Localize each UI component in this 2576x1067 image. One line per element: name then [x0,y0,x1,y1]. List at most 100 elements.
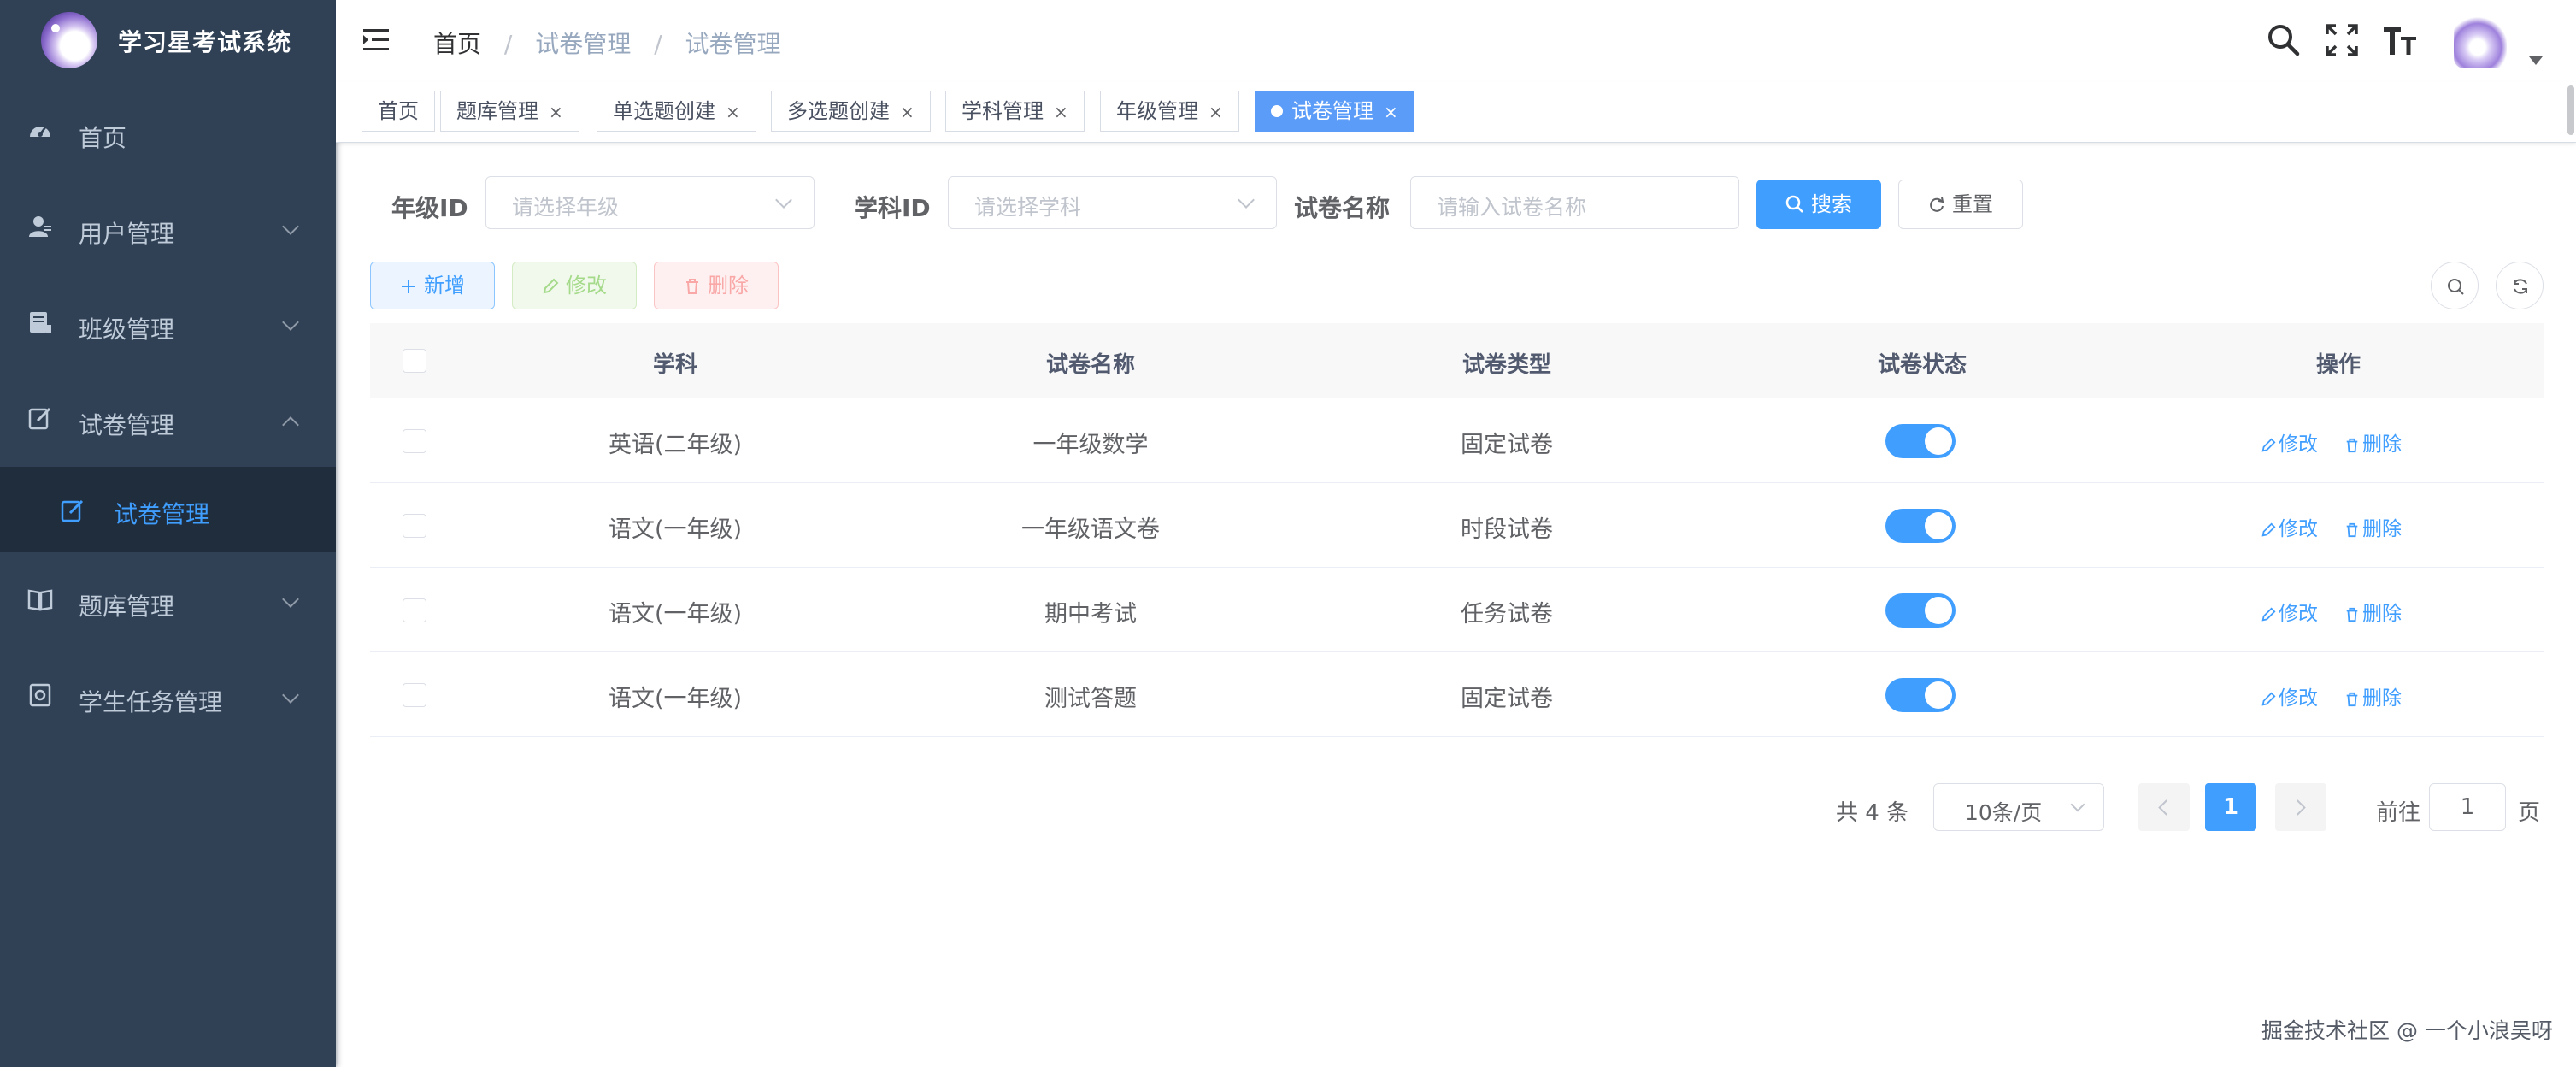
sidebar-item-question-bank[interactable]: 题库管理 [0,554,336,650]
row-checkbox[interactable] [403,598,426,622]
brand[interactable]: 学习星考试系统 [0,0,336,82]
tag-home[interactable]: 首页 [362,91,435,132]
tag-label: 学科管理 [962,99,1044,123]
row-checkbox[interactable] [403,429,426,453]
select-all-checkbox[interactable] [403,349,426,373]
tag-label: 试卷管理 [1291,99,1373,123]
table-header: 学科 试卷名称 试卷类型 试卷状态 操作 [370,323,2544,399]
edit-icon [28,407,51,430]
sidebar: 学习星考试系统 首页 用户管理 班级管理 试卷管理 试卷管理 题库管理 学生任务… [0,0,336,1067]
close-icon[interactable]: × [900,102,915,122]
row-delete-label: 删除 [2362,603,2402,625]
page-suffix: 页 [2518,800,2541,826]
tag-papers-active[interactable]: 试卷管理 × [1255,91,1414,132]
dashboard-icon [30,127,50,137]
search-icon [2448,279,2464,295]
close-icon[interactable]: × [1384,102,1398,122]
edit-icon [61,499,84,522]
search-button-label: 搜索 [1811,192,1852,216]
close-icon[interactable]: × [1054,102,1068,122]
switch-knob [1925,681,1952,709]
grade-placeholder: 请选择年级 [512,195,620,220]
sidebar-item-student-tasks[interactable]: 学生任务管理 [0,650,336,746]
add-button[interactable]: 新增 [370,262,495,309]
row-delete-link[interactable]: 删除 [2344,681,2402,710]
sidebar-item-users[interactable]: 用户管理 [0,181,336,277]
scrollbar-thumb[interactable] [2567,85,2574,135]
sidebar-item-papers[interactable]: 试卷管理 [0,373,336,469]
tag-label: 题库管理 [456,99,538,123]
tag-multi-choice-create[interactable]: 多选题创建 × [771,91,931,132]
avatar[interactable] [2454,15,2507,68]
row-checkbox[interactable] [403,683,426,707]
tag-single-choice-create[interactable]: 单选题创建 × [597,91,756,132]
refresh-icon [2514,279,2527,294]
close-icon[interactable]: × [726,102,740,122]
grade-select[interactable]: 请选择年级 [485,176,815,229]
breadcrumb-papers: 试卷管理 [535,30,632,58]
close-icon[interactable]: × [1209,102,1223,122]
row-edit-link[interactable]: 修改 [2261,512,2318,541]
row-delete-label: 删除 [2362,687,2402,710]
delete-button[interactable]: 删除 [654,262,779,309]
edit-icon [2261,438,2276,452]
tag-label: 年级管理 [1116,99,1198,123]
trash-icon [2346,692,2358,707]
goto-page-input[interactable]: 1 [2429,783,2506,831]
row-delete-link[interactable]: 删除 [2344,597,2402,626]
sidebar-item-home[interactable]: 首页 [0,85,336,181]
plus-icon [402,280,415,293]
chevron-left-icon [2158,799,2174,816]
search-icon[interactable] [2266,22,2302,58]
caret-down-icon[interactable] [2529,56,2543,65]
sidebar-item-label: 题库管理 [79,592,175,621]
next-page-button[interactable] [2275,783,2326,831]
row-edit-link[interactable]: 修改 [2261,681,2318,710]
hamburger-icon[interactable] [363,27,392,53]
subject-placeholder: 请选择学科 [974,195,1082,220]
table-row: 语文(一年级) 期中考试 任务试卷 修改 删除 [370,568,2544,652]
status-switch[interactable] [1885,424,1956,458]
subject-select[interactable]: 请选择学科 [948,176,1277,229]
font-size-icon[interactable] [2382,22,2418,58]
row-edit-link[interactable]: 修改 [2261,597,2318,626]
row-delete-link[interactable]: 删除 [2344,512,2402,541]
breadcrumb: 首页 / 试卷管理 / 试卷管理 [433,26,781,60]
fullscreen-icon[interactable] [2324,22,2360,58]
edit-button[interactable]: 修改 [512,262,637,309]
sidebar-subitem-label: 试卷管理 [114,500,210,528]
reset-button[interactable]: 重置 [1898,180,2023,229]
row-delete-label: 删除 [2362,518,2402,540]
toggle-search-button[interactable] [2431,262,2479,309]
tag-grades[interactable]: 年级管理 × [1100,91,1239,132]
paper-name-input[interactable]: 请输入试卷名称 [1410,176,1739,229]
breadcrumb-separator: / [503,30,513,58]
close-icon[interactable]: × [549,102,563,122]
breadcrumb-home[interactable]: 首页 [433,30,481,58]
row-delete-link[interactable]: 删除 [2344,427,2402,457]
status-switch[interactable] [1885,678,1956,712]
tag-subjects[interactable]: 学科管理 × [945,91,1085,132]
book-icon [27,589,53,611]
class-icon [30,312,51,333]
page-size-select[interactable]: 10条/页 [1933,783,2104,831]
search-button[interactable]: 搜索 [1756,180,1881,229]
chevron-down-icon [282,591,299,608]
row-edit-link[interactable]: 修改 [2261,427,2318,457]
table-row: 英语(二年级) 一年级数学 固定试卷 修改 删除 [370,398,2544,483]
prev-page-button[interactable] [2138,783,2190,831]
status-switch[interactable] [1885,593,1956,628]
cell-name: 一年级数学 [1032,432,1149,458]
tag-label: 单选题创建 [613,99,715,123]
add-button-label: 新增 [424,274,465,298]
cell-subject: 语文(一年级) [608,601,743,628]
tag-question-bank[interactable]: 题库管理 × [440,91,579,132]
row-checkbox[interactable] [403,514,426,538]
sidebar-item-classes[interactable]: 班级管理 [0,277,336,373]
sidebar-subitem-papers[interactable]: 试卷管理 [0,467,336,552]
status-switch[interactable] [1885,509,1956,543]
cell-subject: 英语(二年级) [608,432,743,458]
page-number-current[interactable]: 1 [2205,783,2256,831]
delete-button-label: 删除 [708,274,749,298]
refresh-button[interactable] [2496,262,2544,309]
